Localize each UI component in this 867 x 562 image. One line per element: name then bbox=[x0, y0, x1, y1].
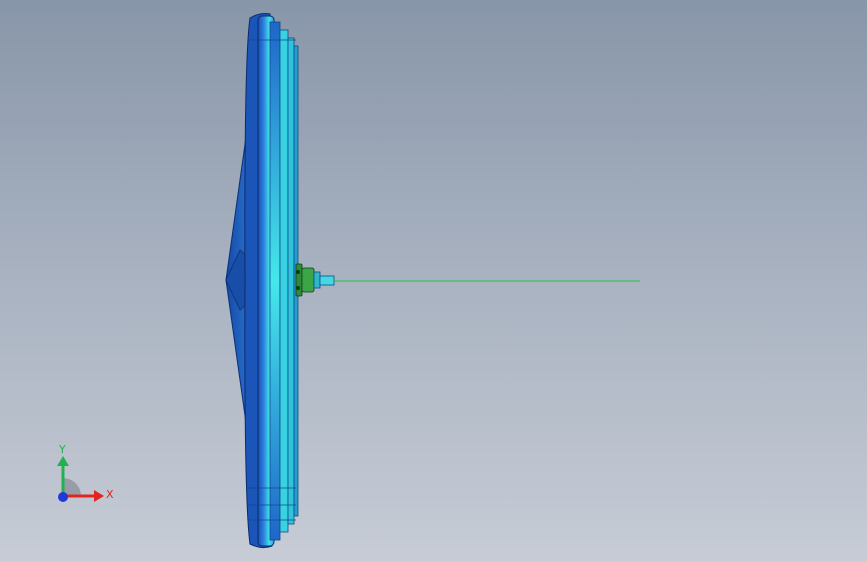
hub-flange bbox=[295, 263, 303, 297]
wheel-rim-step-1 bbox=[279, 29, 289, 533]
model-view[interactable] bbox=[0, 0, 867, 562]
x-axis-arrowhead bbox=[94, 490, 104, 502]
hub-bolt-top bbox=[296, 270, 300, 274]
hub-bolt-bottom bbox=[296, 286, 300, 290]
x-axis-label: X bbox=[106, 488, 114, 501]
hub-nut bbox=[301, 267, 315, 293]
wheel-rim-highlight bbox=[269, 21, 281, 541]
y-axis-label: Y bbox=[58, 443, 66, 456]
z-axis-dot bbox=[58, 492, 68, 502]
view-orientation-triad[interactable]: Y X bbox=[40, 436, 120, 516]
axle-shaft bbox=[319, 275, 335, 286]
graphics-viewport[interactable]: Y X bbox=[0, 0, 867, 562]
hub-washer bbox=[313, 271, 321, 289]
wheel-rim-step-2 bbox=[287, 37, 295, 525]
y-axis-arrowhead bbox=[57, 456, 69, 466]
